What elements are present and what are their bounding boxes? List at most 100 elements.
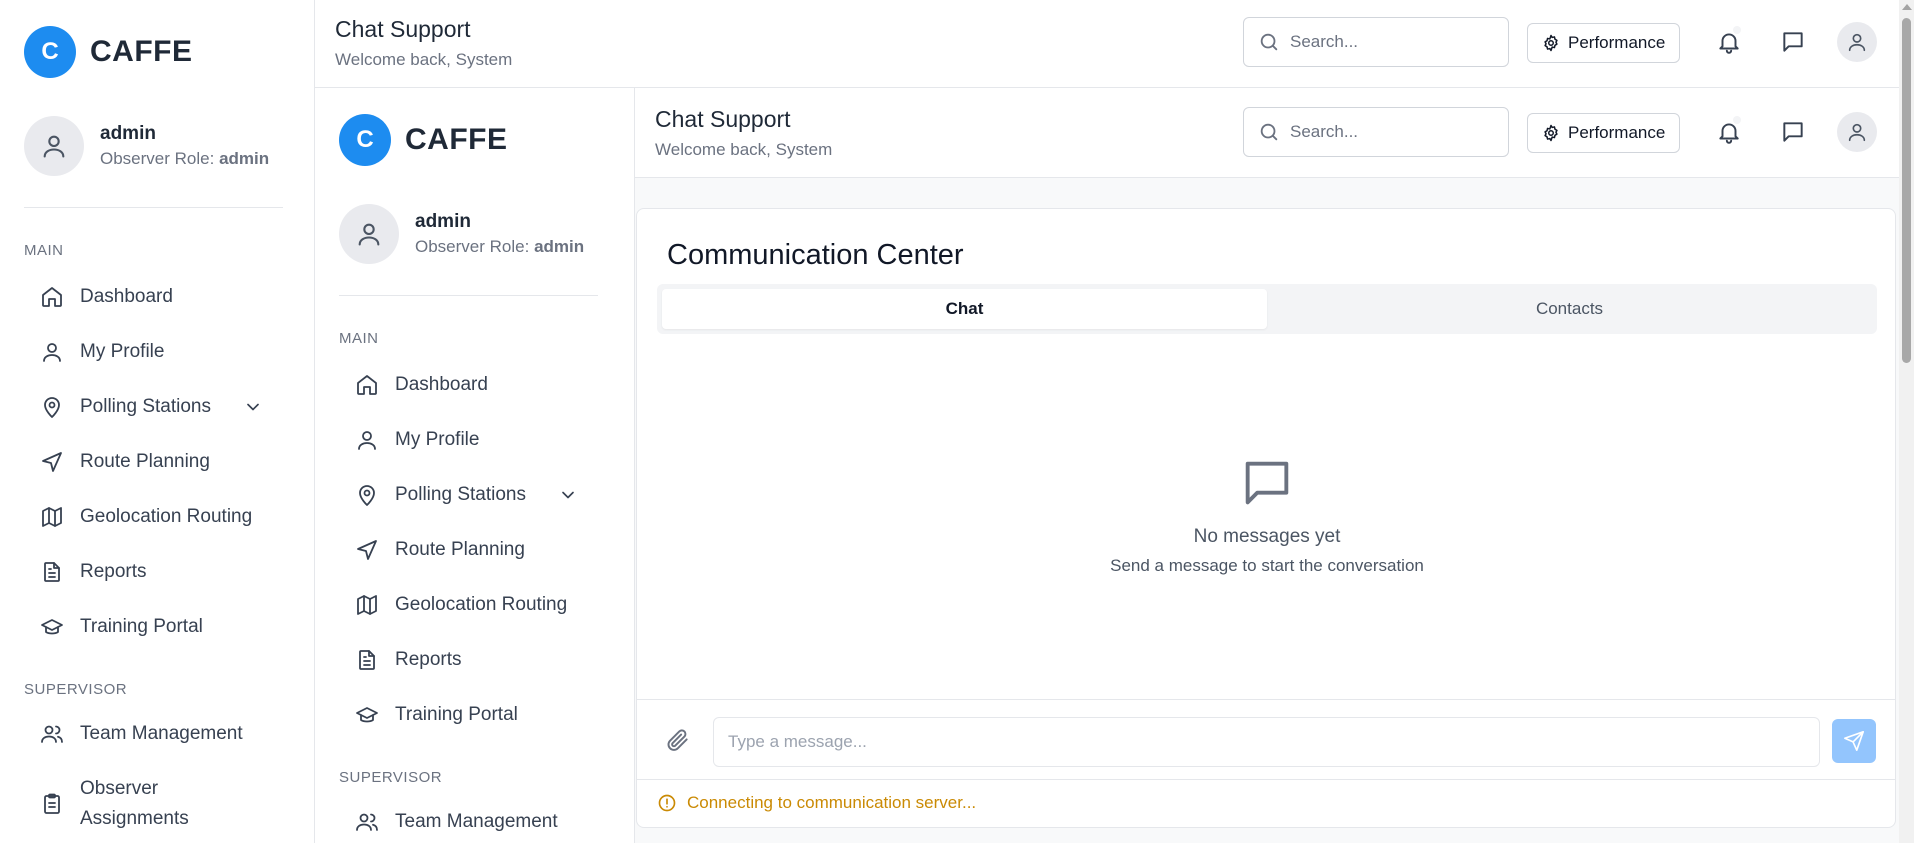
sidebar-item-my-profile[interactable]: My Profile	[40, 330, 275, 374]
notification-dot	[1733, 116, 1741, 124]
sidebar-item-reports[interactable]: Reports	[40, 550, 275, 594]
sidebar-item-label: Team Management	[395, 811, 558, 832]
sidebar-item-dashboard[interactable]: Dashboard	[40, 275, 275, 319]
section-main: MAIN	[339, 330, 379, 347]
sidebar-item-route-planning[interactable]: Route Planning	[40, 440, 275, 484]
send-icon	[1844, 731, 1864, 751]
message-square-icon	[1783, 32, 1803, 52]
user-role-label: Observer Role:	[100, 149, 215, 168]
scroll-thumb[interactable]	[1902, 18, 1911, 363]
brand[interactable]: C CAFFE	[339, 114, 508, 166]
section-supervisor: SUPERVISOR	[339, 769, 443, 786]
user-icon	[1848, 123, 1866, 142]
connection-status-text: Connecting to communication server...	[687, 793, 977, 812]
nested-header: Chat Support Welcome back, System Perfor…	[635, 90, 1899, 178]
top-header: Chat Support Welcome back, System Perfor…	[315, 0, 1899, 88]
sidebar-item-geolocation-routing[interactable]: Geolocation Routing	[40, 495, 275, 539]
navigation-icon	[357, 540, 377, 560]
graduation-cap-icon	[356, 707, 378, 723]
scroll-up-arrow[interactable]	[1902, 4, 1912, 10]
graduation-cap-icon	[41, 619, 63, 635]
tab-contacts[interactable]: Contacts	[1267, 289, 1872, 329]
performance-button[interactable]: Performance	[1527, 113, 1681, 153]
alert-circle-icon	[658, 794, 676, 812]
users-icon	[41, 725, 63, 743]
notifications-button[interactable]	[1709, 112, 1749, 152]
user-card: admin Observer Role: admin	[24, 116, 269, 176]
chevron-down-icon[interactable]	[558, 485, 578, 505]
sidebar-item-observer-assignments[interactable]: Observer Assignments	[40, 772, 275, 836]
search-icon	[1260, 123, 1278, 141]
clipboard-icon	[44, 793, 60, 814]
sidebar-divider	[24, 207, 283, 208]
card-title: Communication Center	[667, 239, 964, 271]
search-box[interactable]	[1243, 17, 1509, 67]
user-icon	[43, 343, 61, 362]
sidebar-divider	[339, 295, 598, 296]
user-role: Observer Role: admin	[415, 237, 584, 257]
sidebar-item-training-portal[interactable]: Training Portal	[40, 605, 275, 649]
sidebar: C CAFFE admin Observer Role: admin MAIN …	[0, 0, 315, 843]
user-name: admin	[415, 211, 471, 232]
search-input[interactable]	[1290, 32, 1490, 52]
connection-status: Connecting to communication server...	[657, 793, 976, 813]
brand-logo: C	[339, 114, 391, 166]
empty-state: No messages yet Send a message to start …	[637, 454, 1895, 576]
tab-chat[interactable]: Chat	[662, 289, 1267, 329]
sidebar-item-label: My Profile	[395, 429, 480, 450]
sidebar-item-geolocation-routing[interactable]: Geolocation Routing	[355, 583, 590, 627]
messages-button[interactable]	[1773, 112, 1813, 152]
sidebar-item-polling-stations[interactable]: Polling Stations	[355, 473, 590, 517]
search-box[interactable]	[1243, 107, 1509, 157]
page-subtitle: Welcome back, System	[655, 140, 833, 159]
communication-card: Communication Center Chat Contacts No me…	[636, 208, 1896, 828]
user-icon	[43, 135, 65, 158]
home-icon	[357, 375, 377, 395]
search-input[interactable]	[1290, 122, 1490, 142]
sidebar-item-team-management[interactable]: Team Management	[355, 800, 590, 843]
send-button[interactable]	[1832, 719, 1876, 763]
user-icon	[358, 431, 376, 450]
section-main: MAIN	[24, 242, 64, 259]
navigation-icon	[42, 452, 62, 472]
user-menu-button[interactable]	[1837, 22, 1877, 62]
paperclip-icon[interactable]	[665, 727, 691, 753]
users-icon	[356, 813, 378, 831]
nested-sidebar: C CAFFE admin Observer Role: admin MAIN …	[315, 88, 635, 843]
notifications-button[interactable]	[1709, 22, 1749, 62]
sidebar-item-label: Polling Stations	[80, 396, 211, 417]
sidebar-item-reports[interactable]: Reports	[355, 638, 590, 682]
performance-button[interactable]: Performance	[1527, 23, 1681, 63]
sidebar-item-label: Dashboard	[80, 286, 173, 307]
sidebar-item-training-portal[interactable]: Training Portal	[355, 693, 590, 737]
map-pin-icon	[359, 485, 375, 506]
brand[interactable]: C CAFFE	[24, 26, 193, 78]
sidebar-item-team-management[interactable]: Team Management	[40, 712, 275, 756]
user-menu-button[interactable]	[1837, 112, 1877, 152]
empty-subtitle: Send a message to start the conversation	[1110, 556, 1424, 575]
messages-button[interactable]	[1773, 22, 1813, 62]
map-pin-icon	[44, 397, 60, 418]
page-subtitle: Welcome back, System	[335, 50, 513, 69]
sidebar-item-label: Geolocation Routing	[80, 506, 253, 527]
page-scrollbar[interactable]	[1899, 0, 1914, 843]
user-avatar	[24, 116, 84, 176]
performance-label: Performance	[1568, 123, 1666, 142]
sidebar-item-label: Training Portal	[80, 616, 203, 637]
message-input[interactable]	[713, 717, 1820, 767]
sidebar-item-route-planning[interactable]: Route Planning	[355, 528, 590, 572]
user-name: admin	[100, 123, 156, 144]
user-icon	[1848, 33, 1866, 52]
search-icon	[1260, 33, 1278, 51]
user-icon	[358, 223, 380, 246]
user-role-label: Observer Role:	[415, 237, 530, 256]
tab-bar: Chat Contacts	[657, 284, 1877, 334]
sidebar-item-label: Dashboard	[395, 374, 488, 395]
user-role-value: admin	[534, 237, 585, 256]
sidebar-item-dashboard[interactable]: Dashboard	[355, 363, 590, 407]
sidebar-item-polling-stations[interactable]: Polling Stations	[40, 385, 275, 429]
chevron-down-icon[interactable]	[243, 397, 263, 417]
map-icon	[357, 595, 377, 615]
sidebar-item-my-profile[interactable]: My Profile	[355, 418, 590, 462]
performance-label: Performance	[1568, 33, 1666, 52]
